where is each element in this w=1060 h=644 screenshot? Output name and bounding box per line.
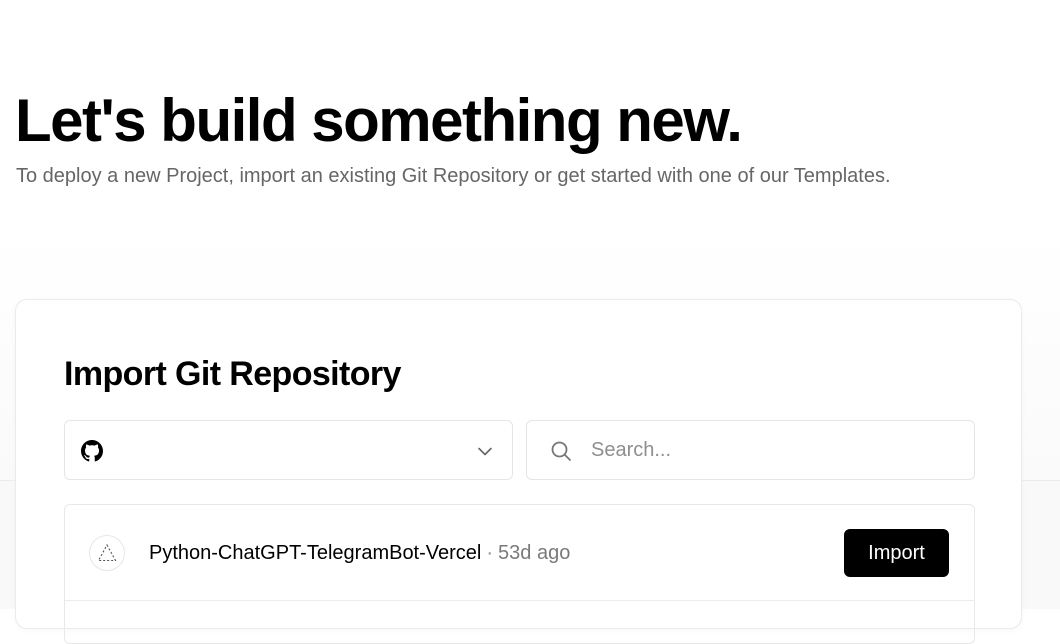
repository-separator: · [486,542,494,564]
card-title: Import Git Repository [64,355,401,393]
repository-name: Python-ChatGPT-TelegramBot-Vercel [149,542,482,564]
vercel-triangle-icon [97,543,117,562]
repository-search [526,420,975,480]
page-subtitle: To deploy a new Project, import an exist… [16,165,891,187]
chevron-down-icon [478,447,492,456]
repository-list: Python-ChatGPT-TelegramBot-Vercel · 53d ag… [64,504,975,644]
page-title: Let's build something new. [15,87,743,154]
search-input[interactable] [591,421,961,479]
search-icon [551,441,571,461]
repository-row: Python-ChatGPT-TelegramBot-Vercel · 53d ag… [65,505,974,601]
repository-info: Python-ChatGPT-TelegramBot-Vercel · 53d ag… [149,540,570,566]
import-git-repository-card: Import Git Repository Python-ChatGPT-Tel… [15,299,1022,644]
import-button[interactable]: Import [844,529,949,577]
repository-updated-age: 53d ago [498,542,571,564]
git-scope-selector[interactable] [64,420,513,480]
github-icon [81,440,103,462]
repository-avatar [89,535,125,571]
